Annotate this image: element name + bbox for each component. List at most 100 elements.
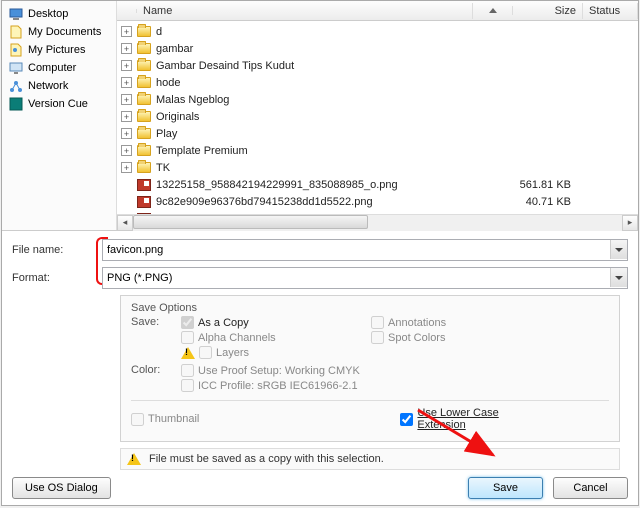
as-copy-label: As a Copy <box>198 317 249 329</box>
filename-label: File name: <box>12 244 102 256</box>
info-text: File must be saved as a copy with this s… <box>149 453 384 465</box>
layers-checkbox <box>199 346 212 359</box>
expand-button[interactable]: + <box>121 26 132 37</box>
folder-row[interactable]: + hode <box>117 74 638 91</box>
column-name[interactable]: Name <box>137 3 473 19</box>
file-name: Originals <box>156 111 509 123</box>
scroll-track[interactable] <box>133 215 622 231</box>
icc-label: ICC Profile: sRGB IEC61966-2.1 <box>198 380 358 392</box>
file-name: hode <box>156 77 509 89</box>
expand-button[interactable]: + <box>121 43 132 54</box>
folder-icon <box>136 161 152 175</box>
save-button[interactable]: Save <box>468 477 543 499</box>
annotations-label: Annotations <box>388 317 446 329</box>
folder-row[interactable]: + Gambar Desaind Tips Kudut <box>117 57 638 74</box>
expand-button[interactable]: + <box>121 94 132 105</box>
save-options-title: Save Options <box>131 302 609 314</box>
shortcut-label: Desktop <box>28 8 68 20</box>
shortcut-desktop[interactable]: Desktop <box>4 5 114 23</box>
folder-row[interactable]: + TK <box>117 159 638 176</box>
shortcut-pics[interactable]: My Pictures <box>4 41 114 59</box>
image-icon <box>136 178 152 192</box>
save-label: Save: <box>131 316 181 328</box>
shortcut-label: Network <box>28 80 68 92</box>
format-label: Format: <box>12 272 102 284</box>
scroll-thumb[interactable] <box>133 215 368 229</box>
color-label: Color: <box>131 364 181 376</box>
icc-checkbox <box>181 379 194 392</box>
file-name: Malas Ngeblog <box>156 94 509 106</box>
warning-icon <box>181 347 195 359</box>
folder-icon <box>136 59 152 73</box>
use-os-dialog-button[interactable]: Use OS Dialog <box>12 477 111 499</box>
image-icon <box>136 195 152 209</box>
scroll-right-button[interactable]: ▸ <box>622 215 638 231</box>
format-select[interactable] <box>102 267 628 289</box>
shortcut-label: Version Cue <box>28 98 88 110</box>
spot-label: Spot Colors <box>388 332 445 344</box>
folder-icon <box>136 93 152 107</box>
file-name: Template Premium <box>156 145 509 157</box>
shortcut-label: Computer <box>28 62 76 74</box>
filename-dropdown-button[interactable] <box>610 240 627 259</box>
folder-icon <box>136 110 152 124</box>
alpha-checkbox <box>181 331 194 344</box>
alpha-label: Alpha Channels <box>198 332 276 344</box>
file-name: gambar <box>156 43 509 55</box>
folder-row[interactable]: +d <box>117 23 638 40</box>
expand-button[interactable]: + <box>121 162 132 173</box>
annotations-checkbox <box>371 316 384 329</box>
lowercase-checkbox[interactable] <box>400 413 413 426</box>
file-size: 561.81 KB <box>509 179 579 191</box>
format-dropdown-button[interactable] <box>610 268 627 287</box>
expand-button[interactable]: + <box>121 145 132 156</box>
file-size: 40.71 KB <box>509 196 579 208</box>
file-list-pane: Name Size Status +d+gambar+Gambar Desain… <box>117 1 638 230</box>
thumbnail-label: Thumbnail <box>148 413 199 425</box>
column-header-row: Name Size Status <box>117 1 638 21</box>
shortcuts-bar: Desktop My Documents My Pictures Computer Ne… <box>2 1 117 230</box>
folder-row[interactable]: + gambar <box>117 40 638 57</box>
file-name: TK <box>156 162 509 174</box>
sort-indicator-icon <box>489 8 497 13</box>
file-list[interactable]: +d+gambar+Gambar Desaind Tips Kudut+hode… <box>117 21 638 214</box>
file-name: Gambar Desaind Tips Kudut <box>156 60 509 72</box>
proof-label: Use Proof Setup: Working CMYK <box>198 365 360 377</box>
shortcut-computer[interactable]: Computer <box>4 59 114 77</box>
file-row[interactable]: 13225158_958842194229991_835088985_o.png… <box>117 176 638 193</box>
warning-icon <box>127 453 141 465</box>
folder-icon <box>136 25 152 39</box>
folder-icon <box>136 76 152 90</box>
shortcut-network[interactable]: Network <box>4 77 114 95</box>
expand-button[interactable]: + <box>121 77 132 88</box>
chevron-down-icon <box>615 276 623 280</box>
folder-row[interactable]: + Template Premium <box>117 142 638 159</box>
file-row[interactable]: 9c82e909e96376bd79415238dd1d5522.png40.7… <box>117 193 638 210</box>
expand-button[interactable]: + <box>121 111 132 122</box>
expand-button[interactable]: + <box>121 128 132 139</box>
file-name: d <box>156 26 509 38</box>
lowercase-label: Use Lower Case Extension <box>417 407 549 431</box>
shortcut-versioncue[interactable]: Version Cue <box>4 95 114 113</box>
column-status[interactable]: Status <box>583 3 638 19</box>
expand-button[interactable]: + <box>121 60 132 71</box>
file-name: 13225158_958842194229991_835088985_o.png <box>156 179 509 191</box>
proof-checkbox <box>181 364 194 377</box>
folder-row[interactable]: + Malas Ngeblog <box>117 91 638 108</box>
cancel-button[interactable]: Cancel <box>553 477 628 499</box>
horizontal-scrollbar[interactable]: ◂ ▸ <box>117 214 638 230</box>
shortcut-label: My Pictures <box>28 44 85 56</box>
column-size[interactable]: Size <box>513 3 583 19</box>
form-area: File name: Format: Save Options Save: As… <box>2 231 638 474</box>
folder-icon <box>136 144 152 158</box>
folder-row[interactable]: +Play <box>117 125 638 142</box>
browser-pane: Desktop My Documents My Pictures Computer Ne… <box>2 1 638 231</box>
info-message: File must be saved as a copy with this s… <box>120 448 620 470</box>
folder-row[interactable]: + Originals <box>117 108 638 125</box>
thumbnail-checkbox <box>131 413 144 426</box>
folder-icon <box>136 127 152 141</box>
filename-input[interactable] <box>102 239 628 261</box>
shortcut-docs[interactable]: My Documents <box>4 23 114 41</box>
scroll-left-button[interactable]: ◂ <box>117 215 133 231</box>
file-name: 9c82e909e96376bd79415238dd1d5522.png <box>156 196 509 208</box>
